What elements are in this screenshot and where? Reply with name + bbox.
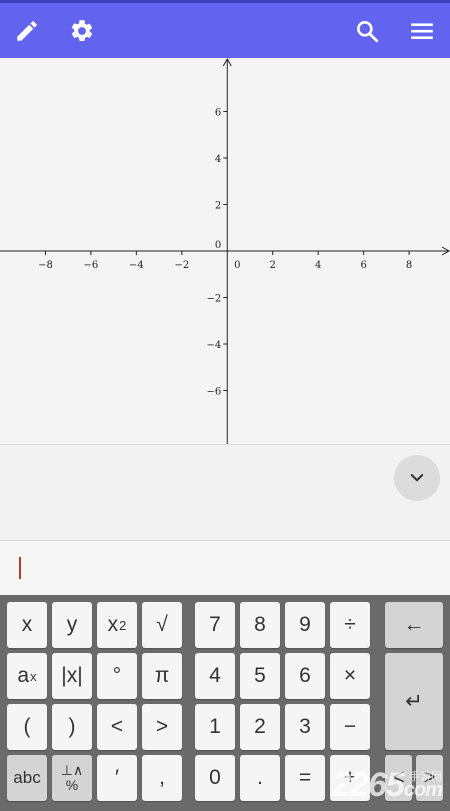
symbols-key-bottom: % xyxy=(65,777,79,793)
key-a-power-x-exp: x xyxy=(30,668,37,684)
expression-input[interactable] xyxy=(0,540,450,596)
key-x-squared-base: x xyxy=(107,613,119,636)
key-less-than[interactable]: < xyxy=(97,704,137,750)
key-x-squared-exp: 2 xyxy=(119,617,127,633)
key-plus[interactable]: + xyxy=(330,755,370,801)
enter-key[interactable]: ↵ xyxy=(385,653,443,750)
pencil-icon[interactable] xyxy=(9,13,45,49)
key-9[interactable]: 9 xyxy=(285,602,325,648)
origin-label-x: 0 xyxy=(234,260,240,271)
key-greater-than[interactable]: > xyxy=(142,704,182,750)
y-tick-label: 2 xyxy=(215,200,221,211)
graphing-view[interactable]: −8 −6 −4 −2 2 4 6 8 6 4 2 −2 −4 −6 0 0 xyxy=(0,58,450,444)
cursor-right-key[interactable]: > xyxy=(416,755,443,801)
key-8[interactable]: 8 xyxy=(240,602,280,648)
y-tick-label: 4 xyxy=(215,154,221,165)
symbols-key[interactable]: ⊥∧% xyxy=(52,755,92,801)
x-tick-label: −2 xyxy=(174,260,189,271)
origin-label-y: 0 xyxy=(215,240,221,251)
text-caret xyxy=(19,557,21,579)
coordinate-plane[interactable]: −8 −6 −4 −2 2 4 6 8 6 4 2 −2 −4 −6 0 0 xyxy=(0,58,450,444)
key-abs[interactable]: |x| xyxy=(52,653,92,699)
x-tick-label: 4 xyxy=(315,260,321,271)
collapse-button[interactable] xyxy=(394,455,440,501)
menu-icon[interactable] xyxy=(404,13,440,49)
top-toolbar xyxy=(0,0,450,58)
symbols-key-top: ⊥∧ xyxy=(60,762,84,778)
gear-icon[interactable] xyxy=(64,13,100,49)
y-tick-label: 6 xyxy=(215,107,221,118)
key-5[interactable]: 5 xyxy=(240,653,280,699)
y-tick-label: −2 xyxy=(207,294,222,305)
chevron-down-icon xyxy=(410,474,424,482)
algebra-panel xyxy=(0,444,450,541)
cursor-left-key[interactable]: < xyxy=(385,755,412,801)
key-y[interactable]: y xyxy=(52,602,92,648)
key-a-power-x[interactable]: ax xyxy=(7,653,47,699)
key-1[interactable]: 1 xyxy=(195,704,235,750)
y-tick-label: −4 xyxy=(207,340,222,351)
math-keyboard: x y x2 √ 7 8 9 ÷ ← ax |x| ° π 4 5 6 × ↵ … xyxy=(0,595,450,811)
abc-key[interactable]: abc xyxy=(7,755,47,801)
y-tick-label: −6 xyxy=(207,387,222,398)
key-sqrt[interactable]: √ xyxy=(142,602,182,648)
backspace-key[interactable]: ← xyxy=(385,602,443,648)
x-tick-label: −8 xyxy=(38,260,53,271)
key-pi[interactable]: π xyxy=(142,653,182,699)
x-tick-label: 6 xyxy=(360,260,366,271)
key-0[interactable]: 0 xyxy=(195,755,235,801)
key-left-paren[interactable]: ( xyxy=(7,704,47,750)
x-tick-label: −4 xyxy=(129,260,144,271)
key-equals[interactable]: = xyxy=(285,755,325,801)
key-3[interactable]: 3 xyxy=(285,704,325,750)
key-comma[interactable]: , xyxy=(142,755,182,801)
key-7[interactable]: 7 xyxy=(195,602,235,648)
key-6[interactable]: 6 xyxy=(285,653,325,699)
key-minus[interactable]: − xyxy=(330,704,370,750)
key-2[interactable]: 2 xyxy=(240,704,280,750)
key-degree[interactable]: ° xyxy=(97,653,137,699)
key-4[interactable]: 4 xyxy=(195,653,235,699)
x-tick-label: 8 xyxy=(406,260,412,271)
key-x-squared[interactable]: x2 xyxy=(97,602,137,648)
key-x[interactable]: x xyxy=(7,602,47,648)
key-a-power-x-base: a xyxy=(17,664,30,687)
x-tick-label: 2 xyxy=(270,260,276,271)
search-icon[interactable] xyxy=(349,13,385,49)
key-divide[interactable]: ÷ xyxy=(330,602,370,648)
key-right-paren[interactable]: ) xyxy=(52,704,92,750)
key-multiply[interactable]: × xyxy=(330,653,370,699)
key-dot[interactable]: . xyxy=(240,755,280,801)
key-prime[interactable]: ′ xyxy=(97,755,137,801)
x-tick-label: −6 xyxy=(84,260,99,271)
